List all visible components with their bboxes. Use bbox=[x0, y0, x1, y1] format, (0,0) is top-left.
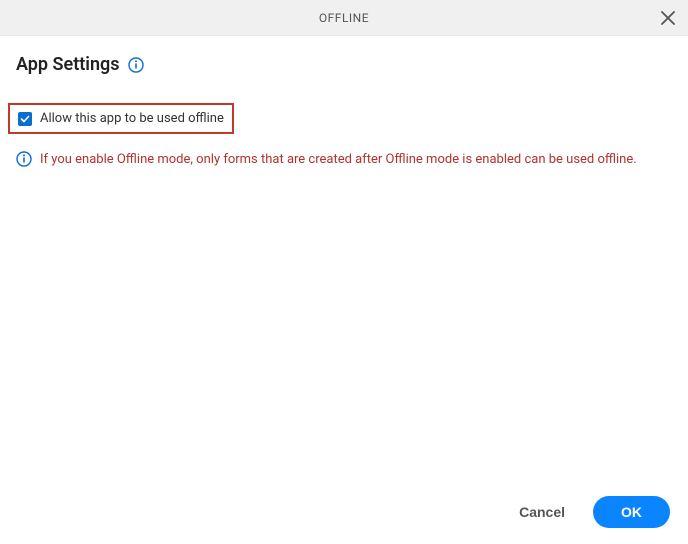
close-button[interactable] bbox=[656, 6, 680, 30]
dialog-footer: Cancel OK bbox=[0, 484, 688, 544]
section-heading: App Settings bbox=[16, 54, 120, 75]
dialog-content: App Settings Allow this app to be used o… bbox=[0, 36, 688, 484]
allow-offline-label: Allow this app to be used offline bbox=[40, 111, 224, 126]
cancel-button[interactable]: Cancel bbox=[507, 496, 577, 528]
titlebar: OFFLINE bbox=[0, 0, 688, 36]
dialog-title: OFFLINE bbox=[319, 11, 369, 25]
close-icon bbox=[661, 11, 675, 25]
allow-offline-checkbox[interactable] bbox=[18, 112, 32, 126]
offline-notice: If you enable Offline mode, only forms t… bbox=[16, 150, 672, 170]
offline-option-highlight: Allow this app to be used offline bbox=[8, 103, 234, 134]
info-icon bbox=[16, 151, 32, 167]
info-icon[interactable] bbox=[128, 57, 144, 73]
offline-notice-text: If you enable Offline mode, only forms t… bbox=[40, 150, 637, 170]
ok-button[interactable]: OK bbox=[593, 496, 670, 528]
section-header: App Settings bbox=[16, 54, 672, 75]
checkmark-icon bbox=[20, 114, 30, 124]
